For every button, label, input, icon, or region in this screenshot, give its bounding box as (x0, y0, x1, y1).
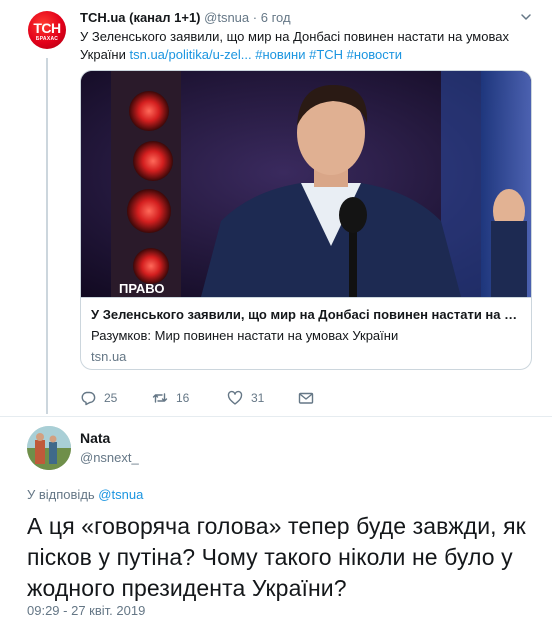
separator-dot: · (252, 10, 258, 25)
author-name[interactable]: ТСН.ua (канал 1+1) (80, 10, 201, 25)
envelope-icon (298, 392, 314, 404)
card-body: У Зеленського заявили, що мир на Донбасі… (81, 297, 531, 369)
retweet-icon (152, 393, 168, 403)
message-action[interactable] (298, 388, 322, 408)
parent-tweet-header: ТСН.ua (канал 1+1) @tsnua · 6 год (80, 10, 291, 25)
card-title[interactable]: У Зеленського заявили, що мир на Донбасі… (91, 306, 521, 324)
author-handle[interactable]: @tsnua (204, 10, 249, 25)
retweet-count: 16 (176, 391, 190, 405)
card-image: ПРАВО (81, 71, 531, 297)
reply-timestamp[interactable]: 09:29 - 27 квіт. 2019 (27, 603, 145, 618)
avatar-logo-subtext: БРАХАС (35, 36, 59, 42)
tweet-divider (0, 416, 552, 417)
chevron-down-icon[interactable] (519, 10, 533, 24)
reply-count: 25 (104, 391, 118, 405)
nata-avatar[interactable] (27, 426, 71, 470)
replying-to: У відповідь @tsnua (27, 487, 143, 502)
link-card[interactable]: ПРАВО У Зеленського заявили, що мир на Д… (80, 70, 532, 370)
tsn-avatar[interactable]: ТСН БРАХАС (28, 11, 66, 49)
card-image-caption: ПРАВО (119, 281, 164, 296)
reply-icon (81, 391, 96, 406)
reply-tweet-text: А ця «говоряча голова» тепер буде завжди… (27, 513, 526, 601)
parent-tweet-text: У Зеленського заявили, що мир на Донбасі… (80, 28, 530, 64)
like-action[interactable]: 31 (227, 388, 264, 408)
card-domain: tsn.ua (91, 349, 127, 364)
tweet-hashtags[interactable]: #новини #ТСН #новости (252, 47, 402, 62)
card-description: Разумков: Мир повинен настати на умовах … (91, 328, 399, 343)
reply-author-name[interactable]: Nata (80, 430, 110, 446)
avatar-logo-text: ТСН (33, 20, 61, 36)
thread-line (46, 58, 48, 414)
tweet-link[interactable]: tsn.ua/politika/u-zel... (130, 47, 252, 62)
parent-tweet[interactable]: ТСН БРАХАС ТСН.ua (канал 1+1) @tsnua · 6… (0, 0, 552, 416)
like-count: 31 (251, 391, 265, 405)
replying-to-prefix: У відповідь (27, 487, 99, 502)
heart-icon (227, 390, 243, 405)
retweet-action[interactable]: 16 (152, 388, 189, 408)
reply-action[interactable]: 25 (80, 388, 117, 408)
replying-to-mention[interactable]: @tsnua (98, 487, 143, 502)
reply-author-handle[interactable]: @nsnext_ (80, 450, 139, 465)
tweet-time[interactable]: 6 год (261, 10, 291, 25)
